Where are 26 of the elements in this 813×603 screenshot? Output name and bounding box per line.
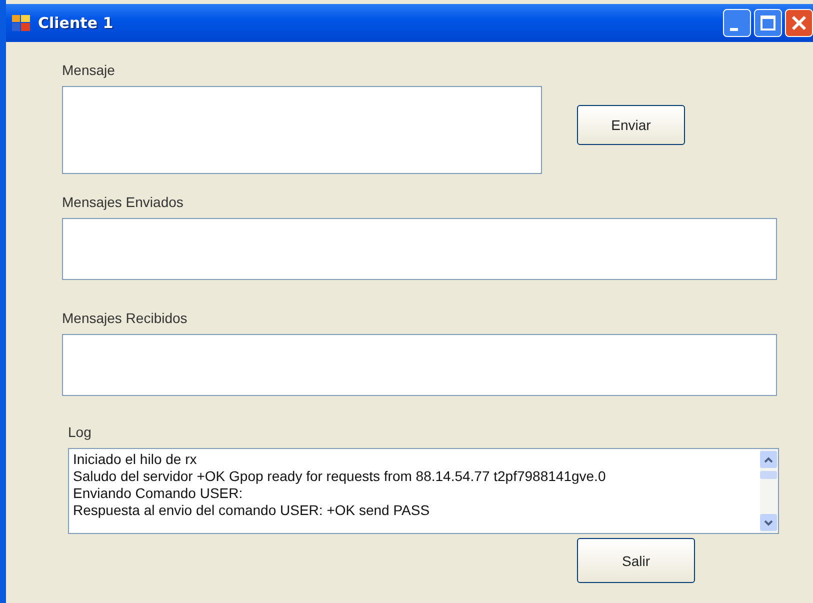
scroll-up-icon[interactable]	[760, 451, 777, 468]
sent-messages-field[interactable]	[62, 218, 777, 280]
scroll-thumb[interactable]	[760, 471, 777, 479]
minimize-icon	[730, 28, 738, 30]
scrollbar[interactable]	[760, 449, 778, 533]
minimize-button[interactable]	[723, 9, 751, 37]
scroll-down-icon[interactable]	[760, 514, 777, 531]
log-line: Respuesta al envio del comando USER: +OK send PASS	[73, 502, 431, 519]
app-icon	[12, 15, 30, 31]
log-line: Saludo del servidor +OK Gpop ready for requests from 88.14.54.77 t2pf7988141gve.0	[73, 468, 607, 485]
send-button[interactable]: Enviar	[577, 105, 685, 145]
close-button[interactable]	[785, 9, 813, 37]
window-title: Cliente 1	[38, 14, 114, 32]
field-label: Log	[68, 424, 92, 440]
maximize-icon	[760, 15, 776, 31]
field-label: Mensaje	[62, 62, 116, 78]
log-line: Iniciado el hilo de rx	[73, 451, 198, 468]
exit-button[interactable]: Salir	[577, 538, 695, 583]
maximize-button[interactable]	[754, 9, 782, 37]
log-field[interactable]: Iniciado el hilo de rx Saludo del servidor +OK Gpop ready for requests from 88.14.54.77 t2pf7988141gve.0 Enviando Comando USER: Respuesta al envio del comando USER: +OK send PASS	[68, 448, 779, 534]
received-messages-field[interactable]	[62, 334, 777, 396]
log-line: Enviando Comando USER:	[73, 485, 244, 502]
close-icon	[791, 15, 807, 31]
message-field[interactable]	[62, 86, 542, 174]
field-label: Mensajes Enviados	[62, 194, 184, 210]
field-label: Mensajes Recibidos	[62, 310, 188, 326]
